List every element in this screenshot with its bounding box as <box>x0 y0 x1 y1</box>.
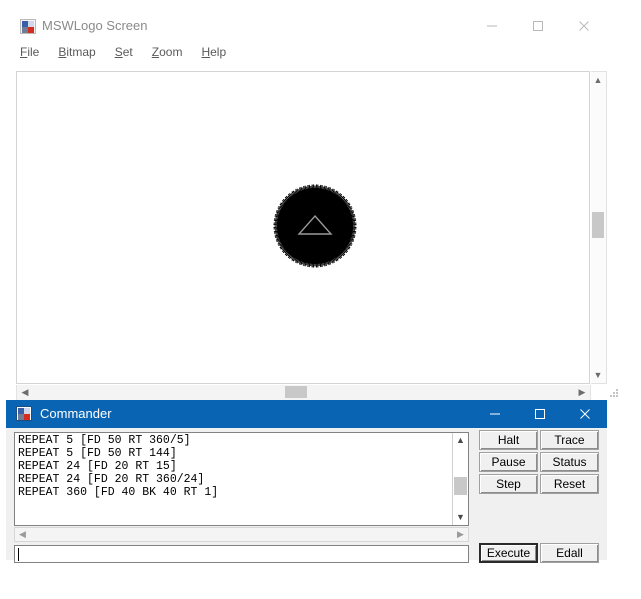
menu-help-rest: elp <box>210 45 226 59</box>
vertical-scroll-thumb[interactable] <box>592 212 604 238</box>
menu-file-rest: ile <box>27 45 39 59</box>
menu-item-help[interactable]: Help <box>201 45 226 59</box>
command-input[interactable] <box>14 545 469 563</box>
canvas-vertical-scrollbar[interactable]: ▲ ▼ <box>591 71 607 384</box>
maximize-icon <box>534 408 546 420</box>
command-history-box[interactable]: REPEAT 5 [FD 50 RT 360/5] REPEAT 5 [FD 5… <box>14 432 469 526</box>
menu-zoom-rest: oom <box>159 45 182 59</box>
menu-item-zoom[interactable]: Zoom <box>152 45 183 59</box>
menu-set-accel: S <box>115 45 123 59</box>
history-horizontal-scrollbar[interactable]: ◀ ▶ <box>14 527 469 542</box>
close-button[interactable] <box>561 11 607 41</box>
commander-titlebar[interactable]: Commander <box>6 400 607 428</box>
scroll-left-icon[interactable]: ◀ <box>17 385 33 399</box>
mswlogo-main-window: MSWLogo Screen <box>6 11 607 390</box>
close-icon <box>579 408 591 420</box>
menu-help-accel: H <box>201 45 210 59</box>
menu-bitmap-rest: itmap <box>66 45 95 59</box>
commander-body: REPEAT 5 [FD 50 RT 360/5] REPEAT 5 [FD 5… <box>6 428 607 560</box>
reset-button[interactable]: Reset <box>540 474 599 494</box>
commander-caption-buttons <box>472 400 607 428</box>
halt-button[interactable]: Halt <box>479 430 538 450</box>
pause-button[interactable]: Pause <box>479 452 538 472</box>
commander-window: Commander <box>6 400 607 560</box>
history-vertical-scrollbar[interactable]: ▲ ▼ <box>452 433 468 525</box>
menu-bar: File Bitmap Set Zoom Help <box>6 42 607 62</box>
history-scroll-left-icon[interactable]: ◀ <box>15 528 30 541</box>
minimize-icon <box>486 20 498 32</box>
history-scroll-thumb[interactable] <box>454 477 467 495</box>
canvas-area: ▲ ▼ ◀ ▶ <box>16 71 607 401</box>
history-scroll-up-icon[interactable]: ▲ <box>453 433 468 448</box>
commander-app-icon <box>16 406 32 421</box>
maximize-button[interactable] <box>515 11 561 41</box>
mswlogo-app-icon <box>20 19 36 34</box>
resize-grip-icon[interactable] <box>608 387 620 399</box>
scroll-down-icon[interactable]: ▼ <box>591 367 605 383</box>
commander-title: Commander <box>40 405 112 423</box>
maximize-icon <box>532 20 544 32</box>
history-scroll-right-icon[interactable]: ▶ <box>453 528 468 541</box>
main-caption-buttons <box>469 11 607 41</box>
menu-item-file[interactable]: File <box>20 45 39 59</box>
minimize-button[interactable] <box>469 11 515 41</box>
text-caret <box>18 548 19 561</box>
command-history-text: REPEAT 5 [FD 50 RT 360/5] REPEAT 5 [FD 5… <box>18 434 448 499</box>
turtle-drawing <box>273 184 357 268</box>
horizontal-scroll-thumb[interactable] <box>285 386 307 398</box>
commander-minimize-button[interactable] <box>472 400 517 428</box>
scroll-right-icon[interactable]: ▶ <box>574 385 590 399</box>
commander-maximize-button[interactable] <box>517 400 562 428</box>
menu-item-set[interactable]: Set <box>115 45 133 59</box>
close-icon <box>578 20 590 32</box>
logo-drawing-canvas[interactable] <box>16 71 590 384</box>
canvas-horizontal-scrollbar[interactable]: ◀ ▶ <box>16 385 591 401</box>
turtle-triangle-icon <box>297 214 333 236</box>
main-titlebar[interactable]: MSWLogo Screen <box>6 11 607 41</box>
menu-item-bitmap[interactable]: Bitmap <box>58 45 95 59</box>
minimize-icon <box>489 408 501 420</box>
trace-button[interactable]: Trace <box>540 430 599 450</box>
commander-close-button[interactable] <box>562 400 607 428</box>
menu-zoom-accel: Z <box>152 45 159 59</box>
page-title: MSWLogo Screen <box>42 17 148 35</box>
commander-button-grid: Halt Trace Pause Status Step Reset <box>479 430 599 494</box>
status-button[interactable]: Status <box>540 452 599 472</box>
step-button[interactable]: Step <box>479 474 538 494</box>
scroll-up-icon[interactable]: ▲ <box>591 72 605 88</box>
history-scroll-down-icon[interactable]: ▼ <box>453 510 468 525</box>
menu-set-rest: et <box>123 45 133 59</box>
screenshot-root: MSWLogo Screen <box>0 0 641 599</box>
commander-bottom-buttons: Execute Edall <box>479 543 599 563</box>
execute-button[interactable]: Execute <box>479 543 538 563</box>
edall-button[interactable]: Edall <box>540 543 599 563</box>
